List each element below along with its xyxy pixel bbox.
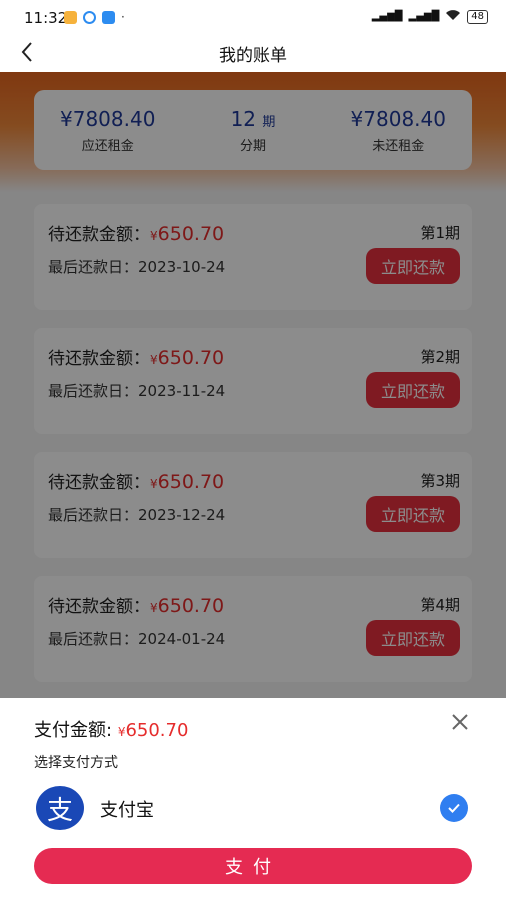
payment-amount: 支付金额: ¥650.70 [34, 716, 188, 742]
page-title: 我的账单 [219, 46, 287, 66]
bill-date-label: 最后还款日： [48, 630, 139, 648]
bill-date: 最后还款日：2023-10-24 [48, 256, 225, 277]
bill-due: 待还款金额：¥650.70 [48, 592, 224, 617]
periods-count: 12 [230, 106, 257, 131]
summary-payable-label: 应还租金 [81, 138, 134, 154]
payment-method-alipay[interactable]: 支 支付宝 [34, 784, 472, 832]
periods-unit: 期 [262, 114, 276, 130]
alipay-logo-icon: 支 [36, 786, 84, 830]
pay-now-button[interactable]: 立即还款 [366, 372, 460, 408]
check-icon[interactable] [440, 794, 468, 822]
payment-sheet: 支付金额: ¥650.70 选择支付方式 支 支付宝 支付 [0, 698, 506, 900]
bill-date-label: 最后还款日： [48, 258, 139, 276]
pay-now-button[interactable]: 立即还款 [366, 496, 460, 532]
notification-icons: · [64, 10, 125, 24]
bill-amount: ¥650.70 [150, 595, 225, 617]
bill-amount: ¥650.70 [150, 471, 225, 493]
bill-due-label: 待还款金额： [48, 225, 150, 245]
summary-card: ¥7808.40 应还租金 12 期 分期 ¥7808.40 未还租金 [34, 90, 472, 170]
bill-due: 待还款金额：¥650.70 [48, 344, 224, 369]
bill-card: 待还款金额：¥650.70 最后还款日：2023-12-24 第3期 立即还款 [34, 452, 472, 558]
dot-icon: · [121, 10, 125, 24]
bill-date-value: 2023-11-24 [138, 382, 226, 400]
battery-icon: 48 [467, 9, 488, 24]
signal-icon: ▂▄▆█ [371, 11, 403, 22]
summary-payable-value: ¥7808.40 [60, 106, 156, 131]
bill-period: 第3期 [420, 472, 460, 490]
bill-period: 第4期 [420, 596, 460, 614]
summary-unpaid: ¥7808.40 未还租金 [351, 90, 446, 170]
bill-amount: ¥650.70 [150, 347, 225, 369]
bill-due-label: 待还款金额： [48, 597, 150, 617]
payment-method-heading: 选择支付方式 [34, 755, 118, 771]
bill-date: 最后还款日：2024-01-24 [48, 628, 225, 649]
summary-unpaid-value: ¥7808.40 [350, 106, 446, 131]
bill-due: 待还款金额：¥650.70 [48, 220, 224, 245]
bill-date-value: 2024-01-24 [138, 630, 226, 648]
bill-date-label: 最后还款日： [48, 382, 139, 400]
bill-due-label: 待还款金额： [48, 349, 150, 369]
payment-method-label: 支付宝 [100, 800, 154, 821]
summary-unpaid-label: 未还租金 [372, 138, 425, 154]
summary-periods-label: 分期 [239, 138, 266, 154]
pay-now-button[interactable]: 立即还款 [366, 248, 460, 284]
bill-date-value: 2023-10-24 [138, 258, 226, 276]
nav-bar: 我的账单 [0, 34, 506, 72]
bill-due: 待还款金额：¥650.70 [48, 468, 224, 493]
bill-period: 第1期 [420, 224, 460, 242]
app-notification-icon [83, 10, 96, 24]
bill-card: 待还款金额：¥650.70 最后还款日：2023-11-24 第2期 立即还款 [34, 328, 472, 434]
summary-payable: ¥7808.40 应还租金 [60, 90, 155, 170]
app-notification-icon [102, 10, 115, 24]
summary-periods: 12 期 分期 [231, 90, 276, 170]
pay-submit-button[interactable]: 支付 [34, 848, 472, 884]
wifi-icon [445, 9, 461, 24]
bill-card: 待还款金额：¥650.70 最后还款日：2024-01-24 第4期 立即还款 [34, 576, 472, 682]
payment-amount-label: 支付金额: [34, 720, 113, 741]
bill-amount: ¥650.70 [150, 223, 225, 245]
app-notification-icon [64, 10, 77, 24]
bill-period: 第2期 [420, 348, 460, 366]
status-right: ▂▄▆█ ▂▄▆█ 48 [372, 9, 488, 24]
summary-periods-value: 12 期 [231, 107, 276, 131]
bill-date-label: 最后还款日： [48, 506, 139, 524]
bill-date-value: 2023-12-24 [138, 506, 226, 524]
bill-card: 待还款金额：¥650.70 最后还款日：2023-10-24 第1期 立即还款 [34, 204, 472, 310]
bill-date: 最后还款日：2023-12-24 [48, 504, 225, 525]
bill-due-label: 待还款金额： [48, 473, 150, 493]
payment-amount-value: ¥650.70 [117, 720, 189, 741]
status-bar: 11:32 · ▂▄▆█ ▂▄▆█ 48 [0, 0, 506, 34]
pay-now-button[interactable]: 立即还款 [366, 620, 460, 656]
bill-date: 最后还款日：2023-11-24 [48, 380, 225, 401]
status-time: 11:32 [24, 9, 68, 27]
close-icon[interactable] [450, 712, 470, 732]
signal-icon: ▂▄▆█ [408, 11, 440, 22]
